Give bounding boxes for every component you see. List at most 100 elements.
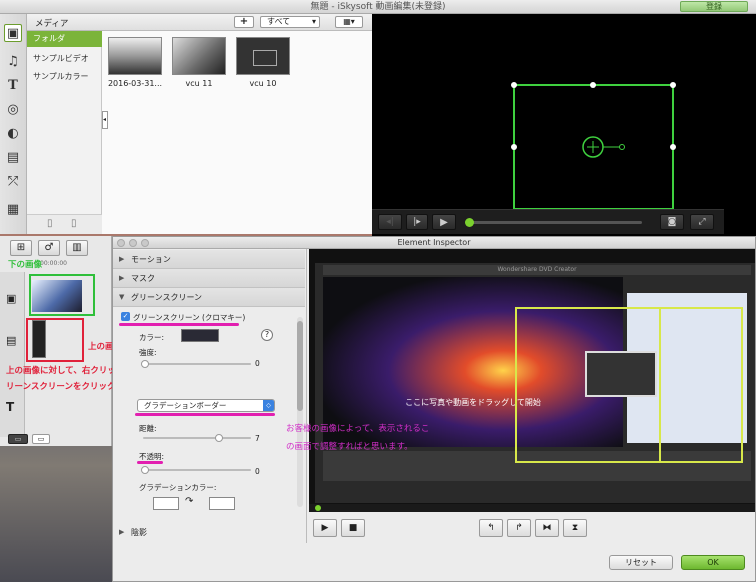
text-icon[interactable]: T [4, 76, 22, 94]
window-title: 無題 - iSkysoft 動画編集(未登録) [310, 2, 446, 12]
slider-knob[interactable] [215, 434, 223, 442]
resize-handle[interactable] [511, 82, 517, 88]
filter-select[interactable]: すべて ▾ [260, 16, 320, 28]
highlight-underline [135, 413, 275, 416]
color-label: カラー: [139, 333, 165, 342]
distance-value: 7 [255, 434, 260, 443]
music-icon[interactable]: ♫ [4, 52, 22, 70]
chevron-down-icon: ▾ [311, 17, 316, 26]
zoom-icon[interactable] [141, 239, 149, 247]
delete-folder-icon[interactable]: ▯ [71, 218, 77, 229]
help-button[interactable]: ? [261, 329, 273, 341]
storyboard-view-icon[interactable]: ▭ [32, 434, 50, 444]
track-view-icon[interactable]: ▭ [8, 434, 28, 444]
section-shadow[interactable]: ▶ 陰影 [113, 523, 305, 542]
step-button[interactable]: |▸ [406, 214, 428, 230]
gradient-start-swatch[interactable] [153, 497, 179, 510]
split-screen-icon[interactable]: ▦ [4, 200, 22, 218]
filter-icon[interactable]: ◎ [4, 100, 22, 118]
slider-knob[interactable] [141, 466, 149, 474]
opacity-value: 0 [255, 467, 260, 476]
color-swatch[interactable] [181, 329, 219, 342]
trash-icon[interactable]: ▥ [66, 240, 88, 256]
resize-handle[interactable] [670, 144, 676, 150]
seek-knob[interactable] [465, 218, 474, 227]
microphone-icon[interactable]: ♂ [38, 240, 60, 256]
new-folder-icon[interactable]: ▯ [47, 218, 53, 229]
window-titlebar: 無題 - iSkysoft 動画編集(未登録) 登録 [0, 0, 756, 14]
slider-knob[interactable] [141, 360, 149, 368]
seek-bar[interactable] [468, 221, 642, 224]
image-icon[interactable]: ▤ [4, 148, 22, 166]
section-motion[interactable]: ▶ モーション [113, 250, 305, 269]
thumbnail-label: vcu 10 [249, 79, 277, 88]
media-thumbnail[interactable] [236, 37, 290, 75]
flip-vertical-icon[interactable]: ⧗ [563, 519, 587, 537]
play-button[interactable]: ▶ [313, 519, 337, 537]
strength-slider[interactable] [141, 360, 251, 368]
triangle-down-icon: ▼ [119, 293, 125, 301]
element-inspector-window: Element Inspector ▶ モーション ▶ マスク ▼ グリーンスクリーン… [112, 236, 756, 582]
highlight-underline [119, 323, 239, 326]
media-thumbnail[interactable] [172, 37, 226, 75]
folder-item[interactable]: フォルダ [27, 31, 102, 47]
media-thumbnails: 2016-03-31... vcu 11 vcu 10 ◂ [102, 31, 372, 234]
close-icon[interactable] [117, 239, 125, 247]
rotate-handle[interactable] [619, 144, 625, 150]
thumbnail-label: 2016-03-31... [107, 79, 163, 88]
seek-knob[interactable] [315, 505, 321, 511]
mode-select[interactable]: グラデーションボーダー ◇ [137, 399, 275, 412]
play-button[interactable]: ▶ [432, 214, 456, 230]
lower-image-highlight [29, 274, 95, 316]
strength-value: 0 [255, 359, 260, 368]
media-header-title: メディア [35, 19, 69, 29]
media-thumbnail[interactable] [108, 37, 162, 75]
add-media-button[interactable]: + [234, 16, 254, 28]
resize-handle[interactable] [670, 82, 676, 88]
folder-list: フォルダ サンプルビデオ サンプルカラー ▯ ▯ [27, 31, 102, 234]
rotate-right-icon[interactable]: ↱ [507, 519, 531, 537]
opacity-slider[interactable] [141, 466, 251, 474]
flip-horizontal-icon[interactable]: ⧓ [535, 519, 559, 537]
section-mask[interactable]: ▶ マスク [113, 269, 305, 288]
image-track-icon: ▤ [6, 334, 17, 347]
folder-item[interactable]: サンプルビデオ [27, 51, 102, 67]
reset-button[interactable]: リセット [609, 555, 673, 570]
stop-button[interactable]: ■ [341, 519, 365, 537]
track-icons: ▣ ▤ T [0, 272, 25, 437]
distance-slider[interactable] [143, 434, 251, 442]
chevron-updown-icon: ◇ [263, 400, 274, 411]
resize-handle[interactable] [511, 144, 517, 150]
inspector-titlebar: Element Inspector [113, 237, 755, 249]
fullscreen-icon[interactable]: ⤢ [690, 214, 714, 230]
folder-item[interactable]: サンプルカラー [27, 69, 102, 85]
view-mode-button[interactable]: ▦▾ [335, 16, 363, 28]
selection-frame[interactable] [515, 307, 661, 463]
collapse-handle-icon[interactable]: ◂ [102, 111, 108, 129]
minimize-icon[interactable] [129, 239, 137, 247]
resize-handle[interactable] [590, 82, 596, 88]
media-header: メディア + すべて ▾ ▦▾ [27, 14, 372, 31]
media-tab-icon[interactable]: ▣ [4, 24, 22, 42]
text-track-icon: T [6, 400, 15, 414]
overlay-icon[interactable]: ◐ [4, 124, 22, 142]
section-green-screen[interactable]: ▼ グリーンスクリーン [113, 288, 305, 307]
triangle-right-icon: ▶ [119, 274, 125, 282]
scrollbar[interactable] [297, 317, 303, 507]
chroma-checkbox[interactable]: ✓ [121, 312, 130, 321]
annotation-pink-2: の画面で調整すればと思います。 [286, 442, 413, 452]
ok-button[interactable]: OK [681, 555, 745, 570]
gradient-color-label: グラデーションカラー: [139, 483, 217, 492]
edit-icon[interactable]: ⊞ [10, 240, 32, 256]
rotate-left-icon[interactable]: ↰ [479, 519, 503, 537]
transition-icon[interactable]: ⤱ [4, 172, 22, 190]
camera-icon[interactable]: ◙ [660, 214, 684, 230]
annotation-pink-1: お客様の画像によって、表示されるこ [286, 424, 430, 434]
register-button[interactable]: 登録 [680, 1, 748, 12]
swap-icon[interactable]: ↷ [185, 496, 193, 507]
gradient-end-swatch[interactable] [209, 497, 235, 510]
upper-image-highlight [26, 318, 84, 362]
folder-footer: ▯ ▯ [27, 214, 102, 234]
prev-frame-button[interactable]: ◂| [378, 214, 402, 230]
preview-pane [372, 14, 756, 236]
